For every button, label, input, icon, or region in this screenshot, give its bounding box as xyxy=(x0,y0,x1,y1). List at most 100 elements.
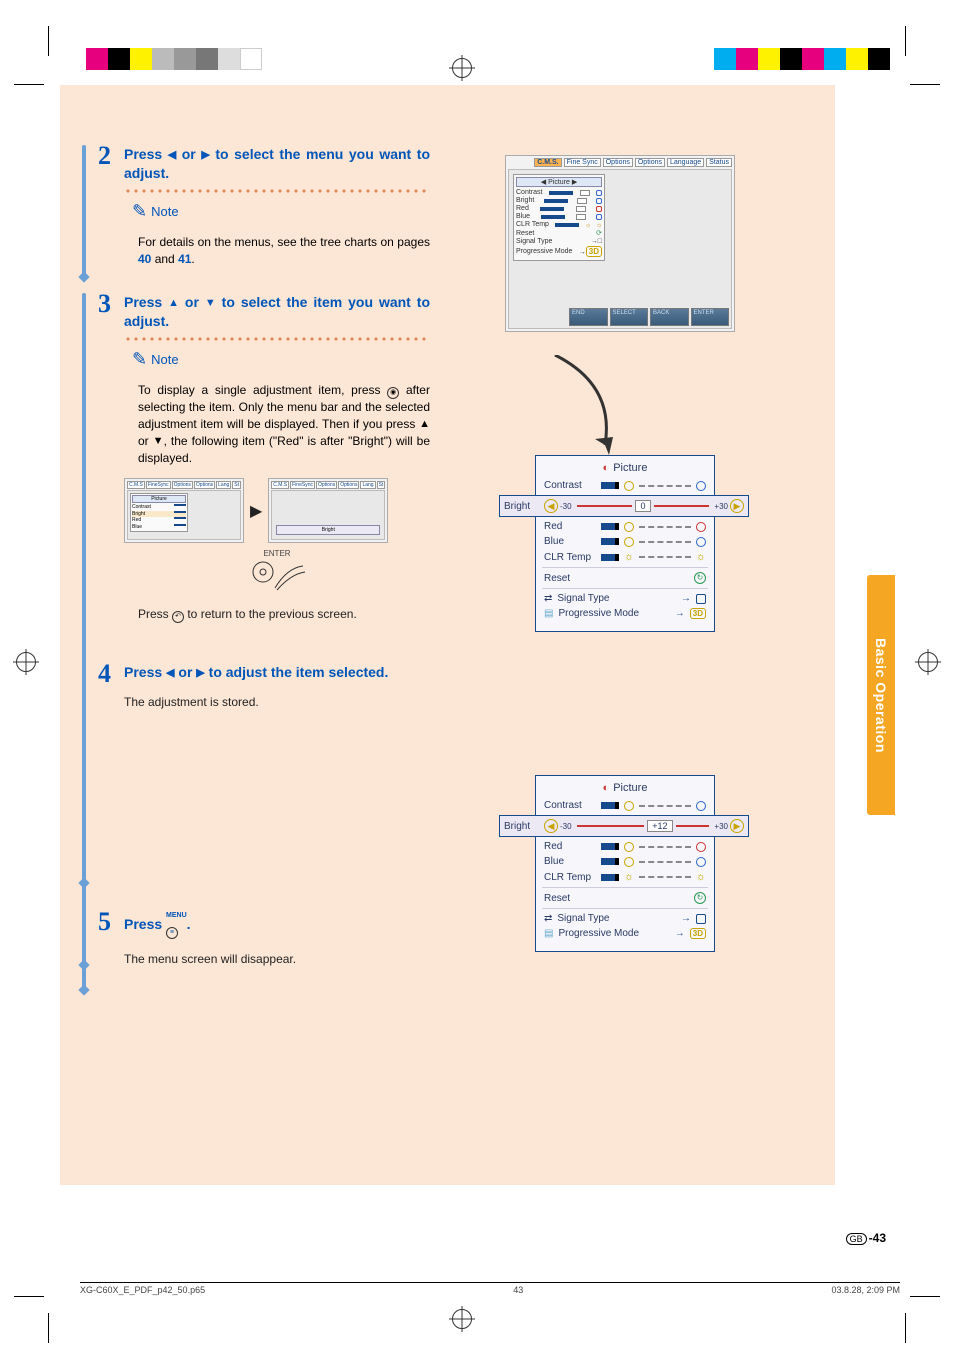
step-2-instruction: Press ◀ or ▶ to select the menu you want… xyxy=(124,145,430,183)
text: Bright xyxy=(504,501,544,512)
knob-right-icon: ▶ xyxy=(730,819,744,833)
step-2: 2 Press ◀ or ▶ to select the menu you wa… xyxy=(120,145,430,267)
text: Contrast xyxy=(132,504,151,510)
text: Blue xyxy=(516,213,530,220)
page-number: GB-43 xyxy=(846,1231,886,1245)
text: or xyxy=(176,146,201,162)
osd-tab: Options xyxy=(603,158,633,167)
text: Red xyxy=(544,521,596,532)
left-arrow-icon: ◀ xyxy=(168,148,176,163)
crop-mark xyxy=(910,84,940,85)
note-label: Note xyxy=(151,204,178,219)
crop-mark xyxy=(14,1296,44,1297)
text: Contrast xyxy=(516,189,542,196)
footer-line: XG-C60X_E_PDF_p42_50.p65 43 03.8.28, 2:0… xyxy=(80,1282,900,1295)
text: Blue xyxy=(544,856,596,867)
text: Picture xyxy=(548,179,570,186)
registration-mark-right xyxy=(918,652,938,672)
return-text: Press ↶ to return to the previous screen… xyxy=(124,606,430,623)
step-number: 3 xyxy=(98,289,111,319)
picture-title: Picture xyxy=(544,782,706,794)
footer-seq: 43 xyxy=(513,1285,523,1295)
value: +12 xyxy=(647,820,672,832)
down-arrow-icon: ▼ xyxy=(205,296,216,311)
text: to adjust the item selected. xyxy=(205,664,389,680)
color-bar-left xyxy=(86,48,262,70)
knob-right-icon: ▶ xyxy=(730,499,744,513)
footer-file: XG-C60X_E_PDF_p42_50.p65 xyxy=(80,1285,205,1295)
text: END xyxy=(572,310,585,316)
curved-arrow-icon xyxy=(535,355,655,465)
menu-label: MENU xyxy=(166,911,187,920)
steps-column: 2 Press ◀ or ▶ to select the menu you wa… xyxy=(120,145,430,994)
text: or xyxy=(179,294,205,310)
up-arrow-icon: ▲ xyxy=(168,296,179,311)
page-number-text: -43 xyxy=(869,1231,886,1245)
step-gutter xyxy=(82,911,86,988)
osd-tab: Language xyxy=(667,158,704,167)
text: SELECT xyxy=(613,310,636,316)
text: Bright xyxy=(132,511,145,517)
bright-bar-mini: Bright xyxy=(276,525,380,535)
step-4-body: The adjustment is stored. xyxy=(124,694,430,711)
text: CLR Temp xyxy=(516,221,549,228)
osd-panel-full: C.M.S. Fine Sync Options Options Languag… xyxy=(505,155,735,332)
knob-left-icon: ◀ xyxy=(544,499,558,513)
osd-statusbar: END SELECT BACK ENTER xyxy=(569,308,729,326)
text: and xyxy=(151,252,178,266)
text: Blue xyxy=(132,524,142,530)
text: or xyxy=(175,664,197,680)
note-icon: ✎ xyxy=(132,349,147,370)
text: Signal Type xyxy=(516,238,552,245)
text: +30 xyxy=(714,822,728,831)
page-ref: 41 xyxy=(178,252,191,266)
text: . xyxy=(187,916,191,932)
step-4: 4 Press ◀ or ▶ to adjust the item select… xyxy=(120,663,430,711)
enter-label: ENTER xyxy=(263,549,290,558)
page-ref: 40 xyxy=(138,252,151,266)
text: Progressive Mode xyxy=(558,608,639,619)
text: +30 xyxy=(714,502,728,511)
text: Bright xyxy=(504,821,544,832)
text: -30 xyxy=(560,822,572,831)
step-3: 3 Press ▲ or ▼ to select the item you wa… xyxy=(120,293,430,623)
text: Reset xyxy=(516,230,534,237)
enter-button-icon: ◉ xyxy=(387,387,399,399)
text: Press xyxy=(124,294,168,310)
osd-tab: Options xyxy=(635,158,665,167)
text: Blue xyxy=(544,536,596,547)
crop-mark xyxy=(905,26,906,56)
step-number: 4 xyxy=(98,659,111,689)
osd-tab: Fine Sync xyxy=(564,158,601,167)
crop-mark xyxy=(905,1313,906,1343)
text: CLR Temp xyxy=(544,552,596,563)
text: Signal Type xyxy=(557,593,609,604)
value: 0 xyxy=(635,500,650,512)
right-arrow-icon: ▶ xyxy=(201,148,209,163)
undo-button-icon: ↶ xyxy=(172,611,184,623)
text: CLR Temp xyxy=(544,872,596,883)
text: Press xyxy=(124,146,168,162)
knob-left-icon: ◀ xyxy=(544,819,558,833)
text: Red xyxy=(132,517,141,523)
crop-mark xyxy=(48,26,49,56)
right-arrow-icon: ▶ xyxy=(250,501,262,521)
text: Picture xyxy=(132,495,186,503)
remote-enter-illustration: ENTER xyxy=(124,549,430,594)
step-4-instruction: Press ◀ or ▶ to adjust the item selected… xyxy=(124,663,430,682)
note-icon: ✎ xyxy=(132,201,147,222)
up-arrow-icon: ▲ xyxy=(419,417,430,432)
step-number: 5 xyxy=(98,907,111,937)
text: Contrast xyxy=(544,480,596,491)
text: ENTER xyxy=(694,310,714,316)
registration-mark-bottom xyxy=(452,1309,472,1329)
picture-title: Picture xyxy=(544,462,706,474)
registration-mark-top xyxy=(452,58,472,78)
text: Press xyxy=(124,664,166,680)
color-bar-right xyxy=(714,48,890,70)
note-body: To display a single adjustment item, pre… xyxy=(124,382,430,466)
step-5-instruction: Press MENU≡. xyxy=(124,911,430,939)
text: For details on the menus, see the tree c… xyxy=(138,235,430,249)
mini-osd-after: C.M.SFineSyncOptionsOptionsLangSt Bright xyxy=(268,478,388,543)
footer-date: 03.8.28, 2:09 PM xyxy=(831,1285,900,1295)
